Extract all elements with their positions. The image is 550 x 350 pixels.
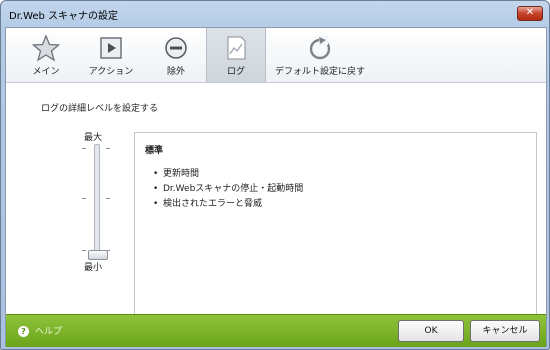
description-title: 標準 [145, 146, 164, 156]
toolbar-item-label: アクション [88, 67, 134, 77]
list-item: • 検出されたエラーと脅威 [153, 199, 263, 209]
toolbar-item-label: メイン [32, 67, 60, 77]
log-level-description: 標準 • 更新時間 • Dr.Webスキャナの停止・起動時間 • 検出されたエラーと脅… [134, 132, 537, 324]
slider-max-label: 最大 [84, 133, 103, 143]
slider-tick [82, 198, 86, 199]
client-area: メイン アクション 除外 ログ デフォルト設定に戻す ログの詳細レベルを設定する… [5, 27, 547, 347]
description-list: • 更新時間 • Dr.Webスキャナの停止・起動時間 • 検出されたエラーと脅威 [153, 167, 303, 212]
slider-tick [82, 250, 86, 251]
toolbar-item-reset-defaults[interactable]: デフォルト設定に戻す [272, 28, 368, 82]
slider-tick [106, 148, 110, 149]
help-link[interactable]: ? ヘルプ [18, 324, 62, 337]
window-title: Dr.Web スキャナの設定 [9, 11, 119, 22]
ok-button[interactable]: OK [398, 320, 464, 342]
log-level-slider-track[interactable] [94, 144, 100, 256]
title-bar: Dr.Web スキャナの設定 ✕ [1, 1, 549, 27]
cancel-button[interactable]: キャンセル [470, 320, 540, 342]
star-icon [32, 34, 60, 62]
list-item: • Dr.Webスキャナの停止・起動時間 [153, 184, 304, 194]
list-item: • 更新時間 [153, 169, 200, 179]
slider-min-label: 最小 [84, 263, 103, 273]
toolbar-item-label: デフォルト設定に戻す [274, 67, 365, 77]
section-title: ログの詳細レベルを設定する [41, 104, 159, 114]
toolbar-item-main[interactable]: メイン [16, 28, 76, 82]
minus-circle-icon [165, 37, 187, 59]
reset-icon [309, 36, 331, 60]
toolbar-item-exclusions[interactable]: 除外 [146, 28, 206, 82]
toolbar-item-log[interactable]: ログ [206, 28, 266, 82]
toolbar-item-label: 除外 [166, 67, 185, 77]
slider-tick [106, 198, 110, 199]
slider-tick [82, 148, 86, 149]
toolbar-item-action[interactable]: アクション [80, 28, 142, 82]
play-icon [100, 37, 122, 59]
toolbar: メイン アクション 除外 ログ デフォルト設定に戻す [6, 28, 546, 83]
toolbar-item-label: ログ [226, 67, 245, 77]
settings-window: Dr.Web スキャナの設定 ✕ メイン アクション 除外 ログ デフォルト設定… [0, 0, 550, 350]
log-chart-icon [227, 36, 246, 60]
close-button[interactable]: ✕ [517, 6, 543, 21]
log-level-slider-thumb[interactable] [88, 250, 108, 260]
help-icon: ? [18, 326, 29, 337]
footer-bar: ? ヘルプ OK キャンセル [6, 314, 546, 347]
